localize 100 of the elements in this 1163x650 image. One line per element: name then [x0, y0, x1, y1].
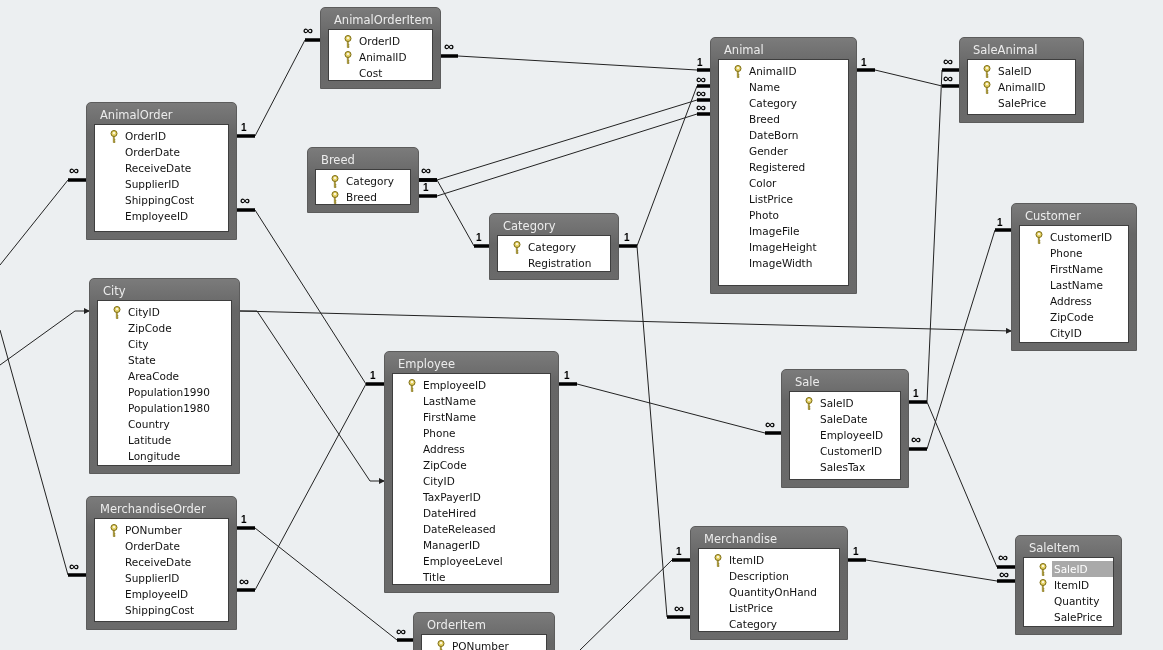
field-name[interactable]: AnimalID — [747, 63, 848, 79]
field-name[interactable]: ListPrice — [727, 600, 839, 616]
field-name[interactable]: AreaCode — [126, 368, 231, 384]
field-name[interactable]: LastName — [1048, 277, 1128, 293]
field-name[interactable]: DateReleased — [421, 521, 550, 537]
field-name[interactable]: Category — [344, 173, 410, 189]
relationship-line[interactable] — [579, 558, 691, 650]
relationship-line[interactable] — [618, 84, 711, 248]
field-name[interactable]: Phone — [1048, 245, 1128, 261]
relationship-line[interactable] — [418, 178, 490, 248]
relationship-line[interactable] — [440, 54, 711, 72]
table-window[interactable]: Animal AnimalID Name Category Breed DateBorn Gender Registered Color ListPrice Photo ImageFile ImageHeight ImageWidth — [710, 37, 857, 294]
field-name[interactable]: CityID — [126, 304, 231, 320]
field-name[interactable]: SaleID — [996, 63, 1075, 79]
field-name[interactable]: ReceiveDate — [123, 554, 228, 570]
field-name[interactable]: ZipCode — [1048, 309, 1128, 325]
field-name[interactable]: Longitude — [126, 448, 231, 464]
field-name[interactable]: Category — [526, 239, 610, 255]
field-name[interactable]: ListPrice — [747, 191, 848, 207]
field-name[interactable]: OrderDate — [123, 538, 228, 554]
field-name[interactable]: OrderID — [123, 128, 228, 144]
field-name[interactable]: Cost — [357, 65, 432, 80]
field-name[interactable]: Category — [727, 616, 839, 631]
table-window[interactable]: Merchandise ItemID Description QuantityOnHand ListPrice Category — [690, 526, 848, 640]
field-name[interactable]: Registration — [526, 255, 610, 271]
field-name[interactable]: TaxPayerID — [421, 489, 550, 505]
field-name[interactable]: Breed — [747, 111, 848, 127]
relationship-line[interactable] — [236, 526, 414, 642]
field-name[interactable]: SalePrice — [1052, 609, 1113, 625]
field-name[interactable]: State — [126, 352, 231, 368]
field-name[interactable]: AnimalID — [357, 49, 432, 65]
field-name[interactable]: DateBorn — [747, 127, 848, 143]
table-window[interactable]: MerchandiseOrder PONumber OrderDate ReceiveDate SupplierID EmployeeID ShippingCost — [86, 496, 237, 630]
field-name[interactable]: ItemID — [1052, 577, 1113, 593]
field-name[interactable]: Address — [1048, 293, 1128, 309]
table-window[interactable]: Employee EmployeeID LastName FirstName Phone Address ZipCode CityID TaxPayerID DateHired DateReleased ManagerID EmployeeLevel Title — [384, 351, 559, 593]
field-name[interactable]: CustomerID — [818, 443, 900, 459]
field-name[interactable]: Photo — [747, 207, 848, 223]
field-name[interactable]: EmployeeID — [421, 377, 550, 393]
field-name[interactable]: Population1980 — [126, 400, 231, 416]
relationship-line[interactable] — [558, 382, 782, 435]
field-name[interactable]: Phone — [421, 425, 550, 441]
relationship-line[interactable] — [636, 245, 691, 619]
table-window[interactable]: AnimalOrderItem OrderID AnimalID Cost — [320, 7, 441, 89]
field-name[interactable]: Breed — [344, 189, 410, 204]
table-window[interactable]: AnimalOrder OrderID OrderDate ReceiveDate SupplierID ShippingCost EmployeeID — [86, 102, 237, 240]
field-name[interactable]: CityID — [1048, 325, 1128, 341]
field-name[interactable]: EmployeeID — [123, 208, 228, 224]
field-name[interactable]: Population1990 — [126, 384, 231, 400]
field-name[interactable]: Quantity — [1052, 593, 1113, 609]
field-name[interactable]: EmployeeID — [123, 586, 228, 602]
field-name[interactable]: LastName — [421, 393, 550, 409]
field-name[interactable]: EmployeeLevel — [421, 553, 550, 569]
table-window[interactable]: Customer CustomerID Phone FirstName LastName Address ZipCode CityID — [1011, 203, 1137, 351]
field-name[interactable]: Name — [747, 79, 848, 95]
field-name[interactable]: ReceiveDate — [123, 160, 228, 176]
relationship-line[interactable] — [908, 68, 960, 404]
field-name[interactable]: ItemID — [727, 552, 839, 568]
table-window[interactable]: OrderItem PONumber — [413, 612, 555, 650]
field-name[interactable]: ShippingCost — [123, 602, 228, 618]
relationship-line[interactable] — [236, 38, 321, 138]
relationship-line[interactable] — [908, 228, 1012, 451]
field-name[interactable]: SaleID — [818, 395, 900, 411]
field-name[interactable]: ZipCode — [126, 320, 231, 336]
field-name[interactable]: ImageHeight — [747, 239, 848, 255]
field-name[interactable]: ManagerID — [421, 537, 550, 553]
field-name[interactable]: ZipCode — [421, 457, 550, 473]
field-name[interactable]: ImageFile — [747, 223, 848, 239]
field-name[interactable]: Color — [747, 175, 848, 191]
field-name[interactable]: City — [126, 336, 231, 352]
field-name[interactable]: SupplierID — [123, 176, 228, 192]
field-name[interactable]: Latitude — [126, 432, 231, 448]
table-window[interactable]: City CityID ZipCode City State AreaCode Population1990 Population1980 Country Latitude Longitude — [89, 278, 240, 474]
field-name[interactable]: DateHired — [421, 505, 550, 521]
field-name[interactable]: PONumber — [123, 522, 228, 538]
field-name[interactable]: PONumber — [450, 638, 546, 650]
field-name[interactable]: QuantityOnHand — [727, 584, 839, 600]
field-name[interactable]: OrderID — [357, 33, 432, 49]
field-name[interactable]: CityID — [421, 473, 550, 489]
field-name[interactable]: CustomerID — [1048, 229, 1128, 245]
field-name[interactable]: Category — [747, 95, 848, 111]
field-name[interactable]: ImageWidth — [747, 255, 848, 271]
table-window[interactable]: Breed Category Breed — [307, 147, 419, 213]
field-name[interactable]: Address — [421, 441, 550, 457]
table-window[interactable]: SaleItem SaleID ItemID Quantity SalePrice — [1015, 535, 1122, 635]
field-name[interactable]: ShippingCost — [123, 192, 228, 208]
field-name[interactable]: SupplierID — [123, 570, 228, 586]
field-name[interactable]: Country — [126, 416, 231, 432]
field-name[interactable]: Gender — [747, 143, 848, 159]
relationship-line[interactable] — [856, 68, 960, 88]
table-window[interactable]: Category Category Registration — [489, 213, 619, 280]
field-name[interactable]: AnimalID — [996, 79, 1075, 95]
field-name[interactable]: FirstName — [1048, 261, 1128, 277]
field-name[interactable]: Title — [421, 569, 550, 584]
field-name[interactable]: FirstName — [421, 409, 550, 425]
field-name[interactable]: EmployeeID — [818, 427, 900, 443]
field-name[interactable]: Registered — [747, 159, 848, 175]
field-name[interactable]: SaleDate — [818, 411, 900, 427]
table-window[interactable]: Sale SaleID SaleDate EmployeeID CustomerID SalesTax — [781, 369, 909, 488]
table-window[interactable]: SaleAnimal SaleID AnimalID SalePrice — [959, 37, 1084, 123]
